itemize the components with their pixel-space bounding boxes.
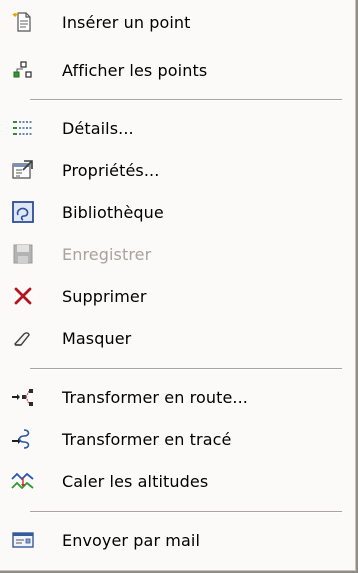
menu-item-insert-point[interactable]: Insérer un point xyxy=(0,3,352,41)
show-points-icon xyxy=(11,58,35,82)
menu-item-label: Insérer un point xyxy=(62,12,191,32)
details-icon xyxy=(11,116,35,140)
menu-item-label: Afficher les points xyxy=(62,60,208,80)
menu-item-properties[interactable]: Propriétés... xyxy=(0,151,352,189)
menu-item-label: Détails... xyxy=(62,118,134,138)
library-icon xyxy=(11,200,35,224)
adjust-altitudes-icon xyxy=(11,469,35,493)
menu-item-convert-to-route[interactable]: Transformer en route... xyxy=(0,378,352,416)
menu-item-label: Transformer en route... xyxy=(62,387,248,407)
menu-item-label: Bibliothèque xyxy=(62,202,164,222)
menu-item-label: Propriétés... xyxy=(62,160,160,180)
context-menu: Insérer un point Afficher les points Dét… xyxy=(0,0,358,573)
insert-point-icon xyxy=(11,10,35,34)
separator xyxy=(30,99,342,101)
menu-item-label: Masquer xyxy=(62,328,132,348)
menu-item-adjust-altitudes[interactable]: Caler les altitudes xyxy=(0,462,352,500)
delete-icon xyxy=(11,284,35,308)
separator xyxy=(30,368,342,370)
menu-item-hide[interactable]: Masquer xyxy=(0,319,352,357)
menu-item-details[interactable]: Détails... xyxy=(0,109,352,147)
convert-to-route-icon xyxy=(11,385,35,409)
menu-item-label: Transformer en tracé xyxy=(62,429,232,449)
save-icon xyxy=(11,242,35,266)
menu-item-library[interactable]: Bibliothèque xyxy=(0,193,352,231)
menu-item-label: Envoyer par mail xyxy=(62,530,200,550)
separator xyxy=(30,511,342,513)
send-mail-icon xyxy=(11,528,35,552)
menu-item-send-mail[interactable]: Envoyer par mail xyxy=(0,521,352,559)
menu-item-save[interactable]: Enregistrer xyxy=(0,235,352,273)
hide-icon xyxy=(11,326,35,350)
menu-item-delete[interactable]: Supprimer xyxy=(0,277,352,315)
menu-item-label: Supprimer xyxy=(62,286,147,306)
menu-item-label: Caler les altitudes xyxy=(62,471,209,491)
properties-icon xyxy=(11,158,35,182)
menu-item-show-points[interactable]: Afficher les points xyxy=(0,51,352,89)
menu-item-label: Enregistrer xyxy=(62,244,152,264)
menu-item-convert-to-track[interactable]: Transformer en tracé xyxy=(0,420,352,458)
convert-to-track-icon xyxy=(11,427,35,451)
